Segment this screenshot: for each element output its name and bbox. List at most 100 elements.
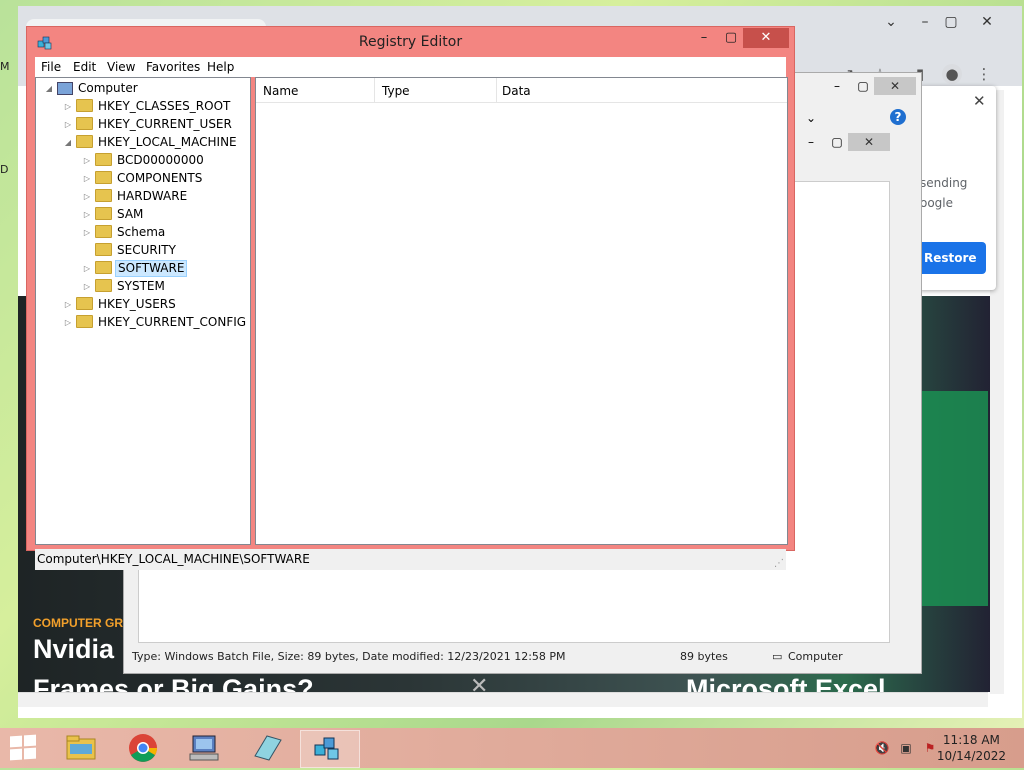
tree-node[interactable]: ▷ HKEY_USERS <box>63 295 178 313</box>
taskbar-remote-desktop[interactable] <box>176 730 234 766</box>
expand-arrow-icon[interactable]: ▷ <box>82 278 92 296</box>
tree-node[interactable]: SECURITY <box>82 241 178 259</box>
network-icon[interactable]: ▣ <box>898 740 914 756</box>
registry-tree[interactable]: ◢ Computer ▷ HKEY_CLASSES_ROOT ▷ HKEY_CURRE… <box>35 77 251 545</box>
status-bar: Computer\HKEY_LOCAL_MACHINE\SOFTWARE ⋰ <box>35 549 786 570</box>
folder-icon <box>95 189 112 202</box>
article-headline[interactable]: Nvidia I <box>33 634 129 665</box>
folder-icon <box>95 279 112 292</box>
expand-arrow-icon[interactable]: ▷ <box>82 224 92 242</box>
close-icon[interactable]: ✕ <box>972 12 1002 32</box>
expand-arrow-icon[interactable]: ▷ <box>82 152 92 170</box>
chrome-icon <box>129 734 157 762</box>
close-icon[interactable]: ✕ <box>743 28 789 48</box>
expand-arrow-icon[interactable]: ◢ <box>44 80 54 98</box>
resize-grip-icon[interactable]: ⋰ <box>774 558 784 570</box>
expand-arrow-icon[interactable]: ▷ <box>82 260 92 278</box>
file-explorer-icon <box>66 735 96 760</box>
remote-desktop-icon <box>189 735 219 761</box>
tree-node[interactable]: ▷ HKEY_CURRENT_CONFIG <box>63 313 248 331</box>
action-center-icon[interactable]: ⚑ <box>922 740 938 756</box>
status-location: Computer <box>788 650 843 663</box>
article-category[interactable]: COMPUTER GRA <box>33 616 132 630</box>
windows-logo-icon <box>10 735 22 748</box>
tree-node[interactable]: ▷ HARDWARE <box>82 187 189 205</box>
tree-node[interactable]: ▷ HKEY_CLASSES_ROOT <box>63 97 232 115</box>
tree-node[interactable]: ▷ HKEY_CURRENT_USER <box>63 115 234 133</box>
tree-node-selected[interactable]: ▷ SOFTWARE <box>82 259 188 278</box>
tree-node[interactable]: ▷ Schema <box>82 223 167 241</box>
taskbar-notepad[interactable] <box>238 730 296 766</box>
folder-icon <box>76 315 93 328</box>
expand-arrow-icon[interactable]: ▷ <box>63 116 73 134</box>
tree-node[interactable]: ▷ COMPONENTS <box>82 169 204 187</box>
restore-button[interactable]: Restore <box>918 242 986 274</box>
folder-icon <box>76 99 93 112</box>
close-icon[interactable]: ✕ <box>973 92 986 110</box>
window-title: Registry Editor <box>358 34 463 50</box>
computer-icon <box>57 82 73 95</box>
menu-edit[interactable]: Edit <box>73 60 96 74</box>
folder-icon <box>95 153 112 166</box>
maximize-icon[interactable]: ▢ <box>936 12 966 32</box>
collapse-arrow-icon[interactable]: ◢ <box>63 134 73 152</box>
expand-arrow-icon[interactable]: ▷ <box>63 296 73 314</box>
tree-node[interactable]: ▷ SAM <box>82 205 145 223</box>
registry-editor-window: Registry Editor – ▢ ✕ File Edit View Fav… <box>26 26 795 570</box>
maximize-icon[interactable]: ▢ <box>719 28 743 48</box>
menu-help[interactable]: Help <box>207 60 234 74</box>
folder-icon <box>95 171 112 184</box>
folder-icon <box>76 117 93 130</box>
taskbar-chrome[interactable] <box>114 730 172 766</box>
status-size: 89 bytes <box>680 650 728 663</box>
expand-arrow-icon[interactable]: ▷ <box>82 188 92 206</box>
status-path: Computer\HKEY_LOCAL_MACHINE\SOFTWARE <box>37 552 310 566</box>
column-header-name[interactable]: Name <box>263 84 298 98</box>
clock-time: 11:18 AM <box>942 733 1000 747</box>
start-button[interactable] <box>10 734 36 761</box>
expand-arrow-icon[interactable]: ▷ <box>82 206 92 224</box>
menu-favorites[interactable]: Favorites <box>146 60 200 74</box>
chevron-down-icon[interactable]: ⌄ <box>796 109 826 127</box>
tree-node-computer[interactable]: ◢ Computer <box>44 79 140 97</box>
hero-image-excel <box>918 391 988 606</box>
menu-bar: File Edit View Favorites Help <box>35 57 786 77</box>
taskbar: 🔇 ▣ ⚑ 11:18 AM 10/14/2022 <box>0 728 1024 768</box>
column-divider[interactable] <box>496 78 497 102</box>
clock[interactable]: 11:18 AM 10/14/2022 <box>937 732 1006 764</box>
close-icon[interactable]: ✕ <box>848 133 890 151</box>
clock-date: 10/14/2022 <box>936 749 1006 763</box>
folder-icon <box>76 135 93 148</box>
folder-icon <box>95 243 112 256</box>
tree-node[interactable]: ◢ HKEY_LOCAL_MACHINE <box>63 133 239 151</box>
close-icon[interactable]: ✕ <box>874 77 916 95</box>
taskbar-file-explorer[interactable] <box>52 730 110 766</box>
minimize-icon[interactable]: – <box>692 28 716 48</box>
help-icon[interactable]: ? <box>890 109 906 125</box>
notepad-icon <box>254 735 282 761</box>
column-header-type[interactable]: Type <box>382 84 410 98</box>
expand-arrow-icon[interactable]: ▷ <box>63 98 73 116</box>
column-divider[interactable] <box>374 78 375 102</box>
desktop-icon-label: D <box>0 163 9 176</box>
expand-arrow-icon[interactable]: ▷ <box>82 170 92 188</box>
folder-icon <box>95 207 112 220</box>
folder-icon <box>95 261 112 274</box>
tree-node[interactable]: ▷ BCD00000000 <box>82 151 206 169</box>
computer-icon: ▭ <box>772 650 783 663</box>
taskbar-registry-editor[interactable] <box>300 730 360 768</box>
popup-text: sending <box>920 176 968 190</box>
volume-muted-icon[interactable]: 🔇 <box>874 740 890 756</box>
menu-view[interactable]: View <box>107 60 135 74</box>
expand-arrow-icon[interactable]: ▷ <box>63 314 73 332</box>
menu-file[interactable]: File <box>41 60 61 74</box>
desktop-icon-label: M <box>0 60 10 73</box>
popup-text: oogle <box>920 196 954 210</box>
tree-node[interactable]: ▷ SYSTEM <box>82 277 167 295</box>
more-menu-icon[interactable]: ⋮ <box>974 64 994 84</box>
column-header-data[interactable]: Data <box>502 84 531 98</box>
profile-icon[interactable]: ● <box>942 64 962 84</box>
values-list[interactable]: Name Type Data <box>255 77 788 545</box>
chevron-down-icon[interactable]: ⌄ <box>876 12 906 32</box>
horizontal-scrollbar[interactable] <box>18 692 988 707</box>
